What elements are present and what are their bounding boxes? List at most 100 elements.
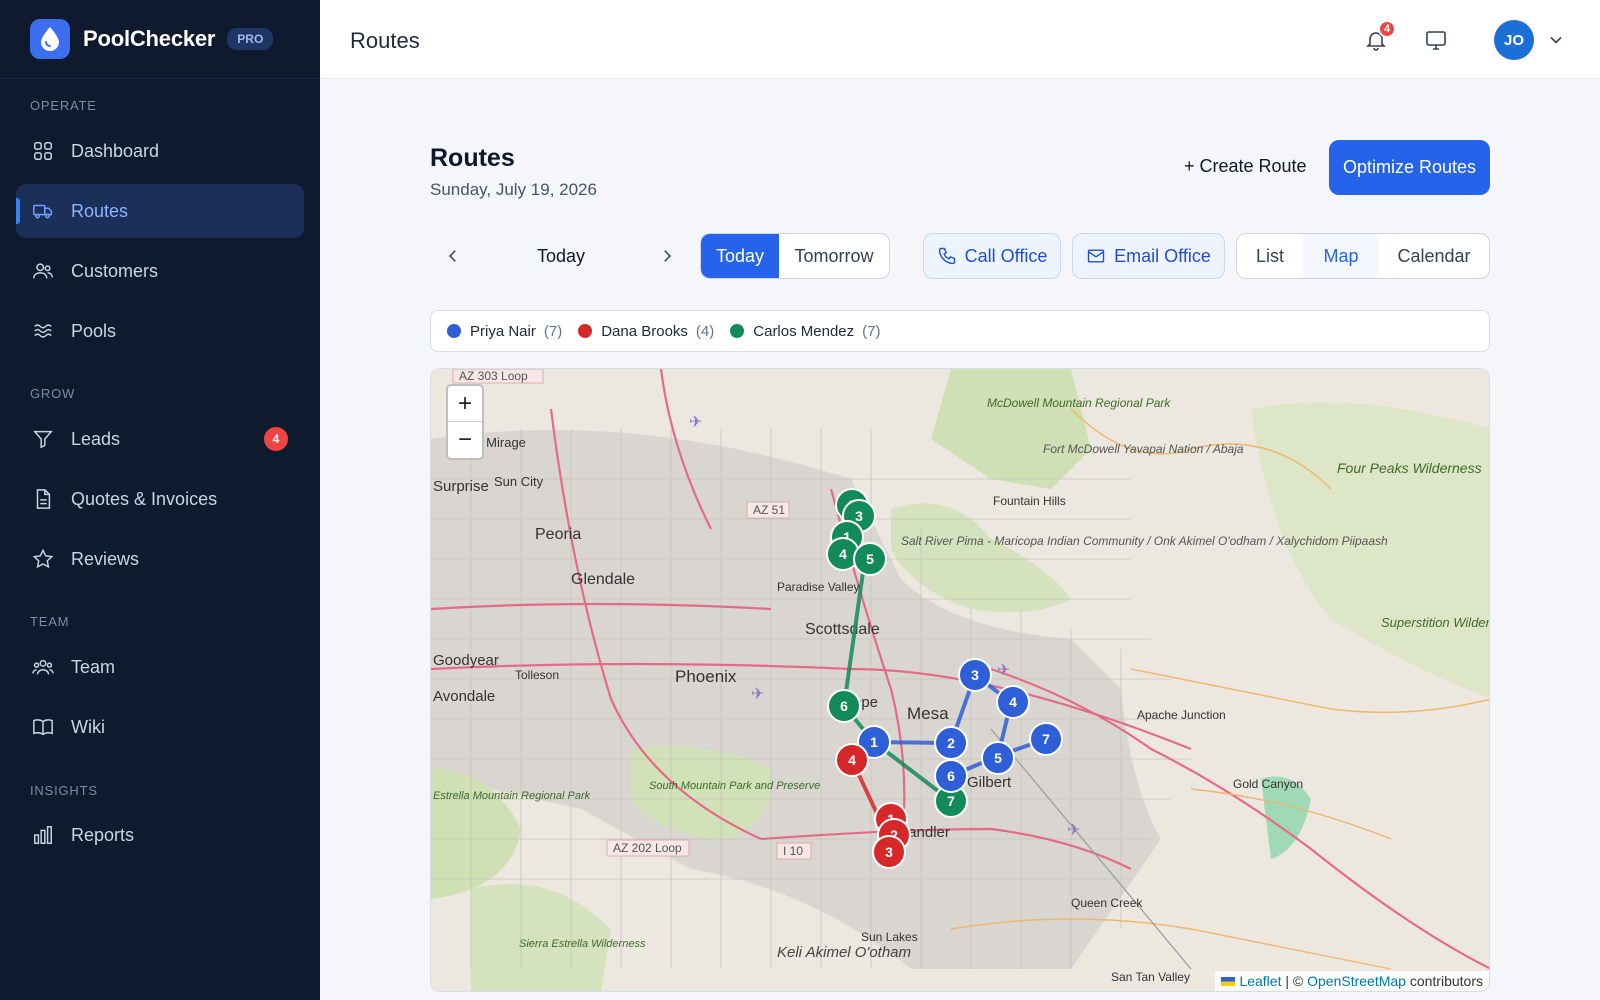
section-label-operate: OPERATE xyxy=(30,98,97,113)
email-office-label: Email Office xyxy=(1114,245,1211,266)
tab-today[interactable]: Today xyxy=(701,234,779,278)
zoom-in-button[interactable]: + xyxy=(448,386,482,422)
leaflet-link[interactable]: Leaflet xyxy=(1239,973,1281,989)
tab-list[interactable]: List xyxy=(1237,234,1303,278)
users-icon xyxy=(31,259,55,283)
book-icon xyxy=(31,715,55,739)
airplane-icon: ✈ xyxy=(751,686,764,703)
legend-name: Carlos Mendez xyxy=(753,322,855,340)
stop-marker-priya[interactable]: 7 xyxy=(1029,722,1063,756)
chevron-left-icon xyxy=(448,250,456,262)
display-toggle-button[interactable] xyxy=(1420,24,1452,56)
stop-marker-priya[interactable]: 3 xyxy=(958,658,992,692)
water-drop-logo-icon[interactable] xyxy=(30,19,70,59)
create-route-button[interactable]: + Create Route xyxy=(1184,156,1307,177)
attribution-tail: contributors xyxy=(1405,973,1483,989)
attribution-separator: | © xyxy=(1281,973,1308,989)
page-title: Routes xyxy=(430,144,515,172)
legend-count: (7) xyxy=(543,322,563,340)
map-label: Mesa xyxy=(907,704,949,723)
svg-text:3: 3 xyxy=(971,667,979,683)
map-label: San Tan Valley xyxy=(1111,970,1190,984)
mail-icon xyxy=(1087,249,1105,263)
chevron-right-icon xyxy=(664,250,672,262)
sidebar-item-dashboard[interactable]: Dashboard xyxy=(16,124,304,178)
map-label: Estrella Mountain Regional Park xyxy=(433,790,591,802)
map-label: Gilbert xyxy=(967,774,1012,791)
map-label: Fountain Hills xyxy=(993,494,1066,508)
sidebar-item-label: Quotes & Invoices xyxy=(71,488,218,509)
tab-tomorrow[interactable]: Tomorrow xyxy=(779,234,889,278)
bar-chart-icon xyxy=(31,823,55,847)
legend-color-dot xyxy=(447,324,461,338)
stop-marker-carlos[interactable]: 6 xyxy=(827,689,861,723)
map-label: Keli Akimel O'otham xyxy=(777,944,911,961)
route-map[interactable]: AZ 303 Loop Sun City Peoria Glendale AZ … xyxy=(430,368,1490,992)
waves-icon xyxy=(31,319,55,343)
sidebar-item-pools[interactable]: Pools xyxy=(16,304,304,358)
user-avatar[interactable]: JO xyxy=(1494,20,1534,60)
call-office-button[interactable]: Call Office xyxy=(923,233,1061,279)
legend-item-priya[interactable]: Priya Nair (7) xyxy=(447,323,562,340)
optimize-routes-button[interactable]: Optimize Routes xyxy=(1329,140,1490,195)
flag-icon xyxy=(1221,977,1236,986)
zoom-out-button[interactable]: − xyxy=(448,422,482,458)
stop-marker-priya[interactable]: 6 xyxy=(934,759,968,793)
legend-item-carlos[interactable]: Carlos Mendez (7) xyxy=(730,322,881,340)
call-office-label: Call Office xyxy=(964,245,1048,266)
sidebar-item-team[interactable]: Team xyxy=(16,640,304,694)
zoom-control: + − xyxy=(446,384,484,460)
next-day-button[interactable] xyxy=(647,234,687,278)
stop-marker-priya[interactable]: 4 xyxy=(996,685,1030,719)
stop-marker-priya[interactable]: 5 xyxy=(981,741,1015,775)
stop-marker-carlos[interactable]: 5 xyxy=(853,542,887,576)
map-label: Surprise xyxy=(433,478,489,495)
monitor-icon xyxy=(1426,31,1446,50)
map-label: Goodyear xyxy=(433,652,499,669)
sidebar-item-wiki[interactable]: Wiki xyxy=(16,700,304,754)
map-label: Sun City xyxy=(494,474,544,489)
email-office-button[interactable]: Email Office xyxy=(1072,233,1225,279)
osm-link[interactable]: OpenStreetMap xyxy=(1307,973,1406,989)
chevron-down-icon[interactable] xyxy=(1546,30,1566,50)
tab-map[interactable]: Map xyxy=(1303,234,1379,278)
sidebar-item-label: Pools xyxy=(71,320,117,341)
notification-count-badge: 4 xyxy=(1378,20,1396,38)
stop-marker-priya[interactable]: 2 xyxy=(934,726,968,760)
map-label: Glendale xyxy=(571,571,635,588)
legend-color-dot xyxy=(578,324,593,338)
sidebar-item-quotes-invoices[interactable]: Quotes & Invoices xyxy=(16,472,304,526)
sidebar-item-reviews[interactable]: Reviews xyxy=(16,532,304,586)
document-icon xyxy=(31,487,55,511)
svg-text:4: 4 xyxy=(839,546,847,562)
topbar-title: Routes xyxy=(350,28,420,53)
sidebar-item-label: Team xyxy=(71,656,116,677)
svg-text:1: 1 xyxy=(870,734,878,750)
sidebar-item-leads[interactable]: Leads 4 xyxy=(16,412,304,466)
legend-count: (4) xyxy=(695,322,715,340)
notifications-button[interactable]: 4 xyxy=(1360,20,1396,56)
map-canvas[interactable]: AZ 303 Loop Sun City Peoria Glendale AZ … xyxy=(431,369,1490,992)
stop-marker-dana[interactable]: 4 xyxy=(835,743,869,777)
stop-marker-dana[interactable]: 3 xyxy=(872,835,906,869)
map-label: Sun Lakes xyxy=(861,930,918,944)
map-label: Four Peaks Wilderness xyxy=(1337,460,1482,476)
map-label: Gold Canyon xyxy=(1233,777,1303,791)
sidebar-item-customers[interactable]: Customers xyxy=(16,244,304,298)
map-label: Scottsdale xyxy=(805,621,880,638)
sidebar-item-reports[interactable]: Reports xyxy=(16,808,304,862)
svg-text:5: 5 xyxy=(994,750,1002,766)
team-icon xyxy=(31,655,55,679)
map-label: Peoria xyxy=(535,526,581,543)
previous-day-button[interactable] xyxy=(433,234,473,278)
map-label: McDowell Mountain Regional Park xyxy=(987,396,1171,410)
sidebar-item-routes[interactable]: Routes xyxy=(16,184,304,238)
brand-name[interactable]: PoolChecker xyxy=(83,26,215,52)
section-label-team: TEAM xyxy=(30,614,70,629)
svg-text:6: 6 xyxy=(947,768,955,784)
tab-calendar[interactable]: Calendar xyxy=(1379,234,1489,278)
grid-icon xyxy=(31,139,55,163)
map-label: Salt River Pima - Maricopa Indian Commun… xyxy=(901,534,1388,548)
legend-item-dana[interactable]: Dana Brooks (4) xyxy=(578,323,714,340)
leads-count-badge: 4 xyxy=(264,427,288,451)
